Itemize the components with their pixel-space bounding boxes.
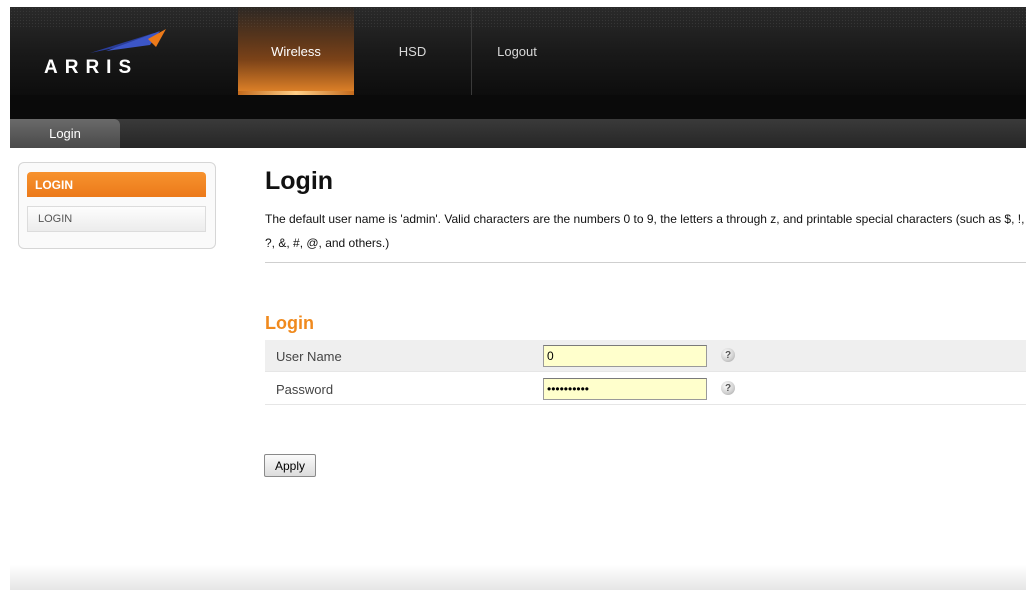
apply-button[interactable]: Apply <box>264 454 316 477</box>
question-icon[interactable]: ? <box>721 348 735 362</box>
form-section-title: Login <box>265 313 314 333</box>
question-icon[interactable]: ? <box>721 381 735 395</box>
sidebar-header-label: LOGIN <box>35 177 73 192</box>
username-input[interactable] <box>543 345 707 367</box>
form-row-username: User Name ? <box>265 340 1026 372</box>
page-description: The default user name is 'admin'. Valid … <box>265 212 1025 250</box>
tab-login[interactable]: Login <box>10 119 120 148</box>
nav-hsd[interactable]: HSD <box>354 7 472 95</box>
password-input[interactable] <box>543 378 707 400</box>
nav-logout-label: Logout <box>497 43 537 59</box>
footer <box>10 565 1026 590</box>
form-row-password: Password ? <box>265 373 1026 405</box>
header: ARRIS Wireless HSD Logout <box>10 7 1026 95</box>
nav-logout[interactable]: Logout <box>472 7 562 95</box>
sidebar-header: LOGIN <box>27 172 206 197</box>
logo-swoosh-icon <box>90 29 166 53</box>
sub-bar <box>10 95 1026 119</box>
username-label: User Name <box>276 348 342 364</box>
sidebar-item-login[interactable]: LOGIN <box>27 206 206 232</box>
top-nav: Wireless HSD Logout <box>238 7 562 95</box>
nav-wireless[interactable]: Wireless <box>238 7 354 95</box>
sidebar-item-label: LOGIN <box>38 213 73 225</box>
page-title: Login <box>265 167 334 195</box>
tab-login-label: Login <box>49 126 81 141</box>
password-label: Password <box>276 381 334 397</box>
arris-logo: ARRIS <box>10 7 210 95</box>
divider <box>265 262 1026 263</box>
nav-hsd-label: HSD <box>398 43 427 59</box>
tab-bar: Login <box>10 119 1026 148</box>
sidebar: LOGIN LOGIN <box>18 162 216 249</box>
nav-wireless-label: Wireless <box>271 43 321 59</box>
logo-text: ARRIS <box>44 57 139 78</box>
